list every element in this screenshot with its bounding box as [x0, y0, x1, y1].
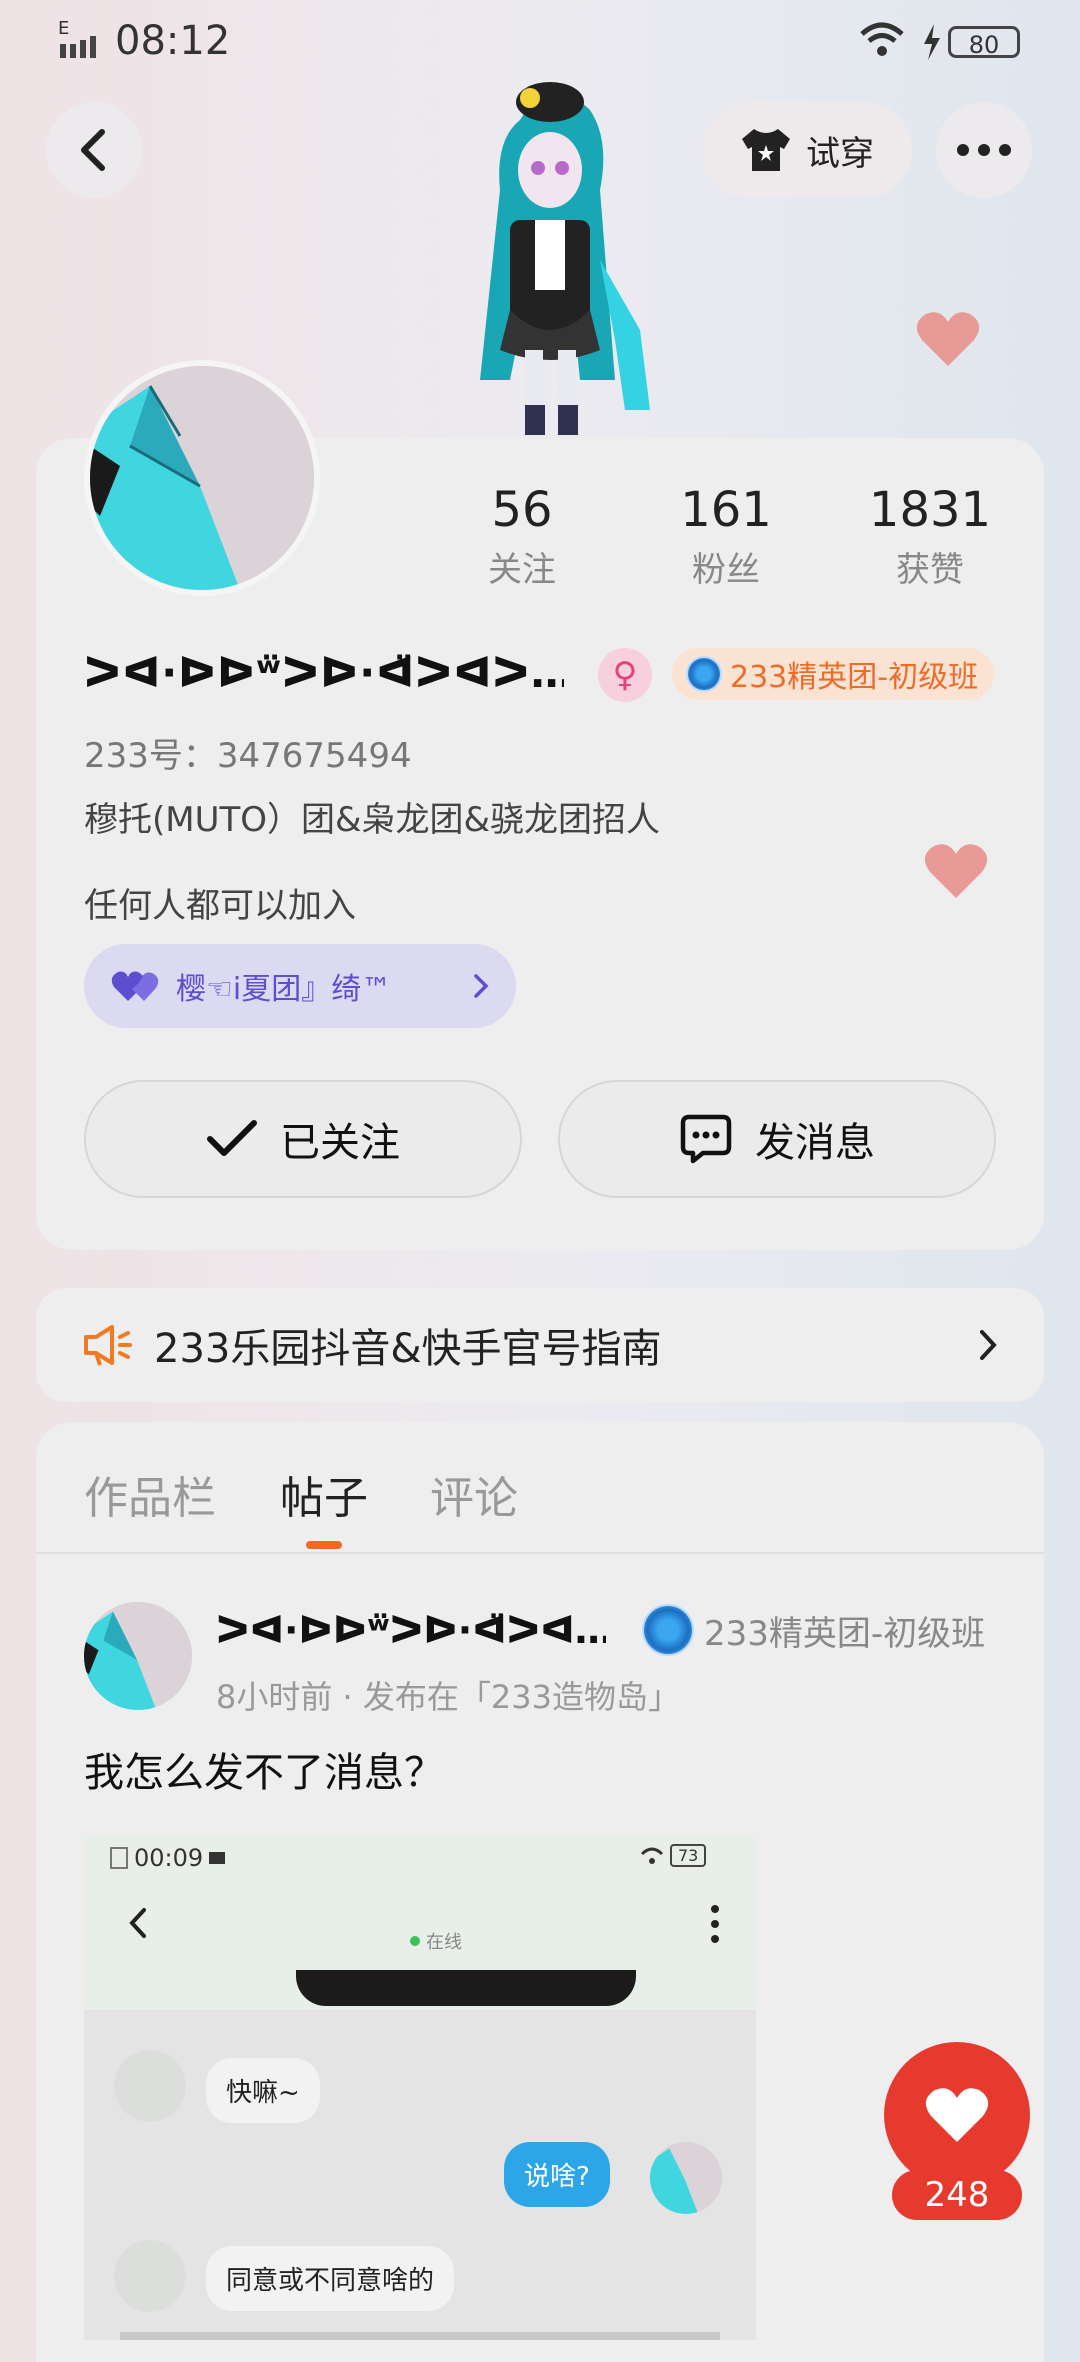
- more-options-button[interactable]: [936, 102, 1032, 198]
- embedded-time: 00:09: [134, 1844, 204, 1872]
- post-badge-label: 233精英团-初级班: [704, 1613, 986, 1654]
- charging-icon: [924, 24, 940, 60]
- more-vertical-icon: [711, 1905, 719, 1943]
- online-dot-icon: [410, 1936, 420, 1946]
- chevron-left-icon: [129, 1908, 146, 1938]
- stat-label: 关注: [488, 550, 556, 590]
- message-label: 发消息: [755, 1120, 875, 1166]
- chevron-right-icon: [980, 1330, 997, 1360]
- bio-line-2: 任何人都可以加入: [84, 886, 356, 926]
- avatar-character-figure: [480, 82, 650, 435]
- chat-message: 快嘛~: [206, 2058, 320, 2123]
- embedded-battery: 73: [670, 1844, 707, 1867]
- megaphone-icon: [84, 1325, 132, 1366]
- embedded-scroll-hint: [120, 2332, 720, 2340]
- embedded-image-preview: [296, 1970, 636, 2006]
- stat-likes[interactable]: 1831 获赞: [840, 482, 1020, 591]
- check-icon: [207, 1120, 257, 1156]
- post-meta: 8小时前 · 发布在「233造物岛」: [216, 1678, 680, 1716]
- like-count: 248: [892, 2170, 1022, 2220]
- post-author-name[interactable]: ᐳᐊ·ᐅᐅʷ̈ᐳᐅ·ᐊ̈ᐳᐊ…: [216, 1608, 606, 1652]
- wifi-icon: [640, 1847, 664, 1864]
- user-id: 233号：347675494: [84, 736, 412, 776]
- clock: 08:12: [115, 18, 231, 64]
- announcement-bar[interactable]: 233乐园抖音&快手官号指南: [36, 1288, 1044, 1402]
- tab-comments[interactable]: 评论: [430, 1462, 518, 1526]
- like-button[interactable]: [884, 2042, 1030, 2188]
- status-bar: E 08:12 80: [0, 0, 1080, 90]
- post-text[interactable]: 我怎么发不了消息？: [84, 1740, 444, 1798]
- chat-avatar: [650, 2142, 722, 2214]
- announcement-text: 233乐园抖音&快手官号指南: [154, 1326, 662, 1372]
- medal-icon: [642, 1604, 694, 1656]
- stat-label: 粉丝: [692, 550, 760, 590]
- stat-value: 56: [491, 482, 553, 538]
- stat-value: 1831: [868, 482, 992, 538]
- chevron-right-icon: [474, 974, 489, 998]
- rank-badge[interactable]: 233精英团-初级班: [672, 648, 995, 700]
- chat-bubble-icon: [680, 1114, 732, 1164]
- embedded-status-right: 73: [640, 1844, 707, 1867]
- tab-posts[interactable]: 帖子: [280, 1462, 368, 1526]
- back-button[interactable]: [46, 102, 142, 198]
- group-link[interactable]: 樱☜i夏团』绮™: [84, 944, 516, 1028]
- avatar-image: [650, 2142, 722, 2214]
- bio-line-1: 穆托(MUTO）团&枭龙团&骁龙团招人: [84, 800, 661, 840]
- chat-message: 同意或不同意啥的: [206, 2246, 455, 2311]
- active-tab-indicator: [306, 1541, 342, 1549]
- gender-female-icon: ♀: [598, 648, 652, 702]
- tab-works[interactable]: 作品栏: [84, 1462, 216, 1526]
- chat-avatar: [114, 2050, 186, 2122]
- post-author-badge: 233精英团-初级班: [642, 1604, 985, 1656]
- heart-decoration-icon: [916, 312, 980, 366]
- heart-icon: [925, 2088, 989, 2142]
- more-dots-icon: [957, 144, 1011, 156]
- post-image[interactable]: 00:09 73 在线 快嘛~ 说啥? 同意或不同意啥的: [84, 1836, 756, 2340]
- chevron-left-icon: [81, 129, 105, 171]
- chat-message: 说啥?: [504, 2142, 610, 2207]
- try-on-button[interactable]: 试穿: [702, 102, 912, 198]
- online-label: 在线: [426, 1932, 462, 1953]
- message-button[interactable]: 发消息: [558, 1080, 996, 1198]
- stat-following[interactable]: 56 关注: [432, 482, 612, 591]
- stat-label: 获赞: [896, 550, 964, 590]
- post-author-avatar[interactable]: [84, 1602, 192, 1710]
- double-heart-icon: [111, 971, 159, 1001]
- heart-decoration-icon: [924, 844, 988, 898]
- stat-value: 161: [680, 482, 772, 538]
- tab-divider: [36, 1552, 1044, 1554]
- try-on-label: 试穿: [806, 133, 874, 174]
- embedded-status-bar: 00:09: [110, 1844, 226, 1872]
- avatar-image: [90, 366, 314, 590]
- tshirt-icon: [742, 129, 790, 171]
- gender-symbol: ♀: [612, 655, 638, 695]
- profile-avatar[interactable]: [84, 360, 320, 596]
- wifi-icon: [860, 22, 904, 56]
- battery-indicator: 80: [948, 26, 1020, 59]
- rank-badge-label: 233精英团-初级班: [730, 660, 979, 695]
- follow-label: 已关注: [280, 1120, 400, 1166]
- sim-icon: [110, 1847, 128, 1869]
- avatar-image: [84, 1602, 192, 1710]
- stat-followers[interactable]: 161 粉丝: [636, 482, 816, 591]
- video-icon: [209, 1852, 226, 1864]
- online-status: 在线: [410, 1928, 462, 1954]
- follow-button[interactable]: 已关注: [84, 1080, 522, 1198]
- medal-icon: [686, 656, 722, 692]
- group-name: 樱☜i夏团』绮™: [176, 972, 392, 1007]
- chat-avatar: [114, 2240, 186, 2312]
- signal-icon: E: [58, 18, 106, 60]
- nickname: ᐳᐊ·ᐅᐅʷ̈ᐳᐅ·ᐊ̈ᐳᐊᐳ…: [84, 648, 564, 697]
